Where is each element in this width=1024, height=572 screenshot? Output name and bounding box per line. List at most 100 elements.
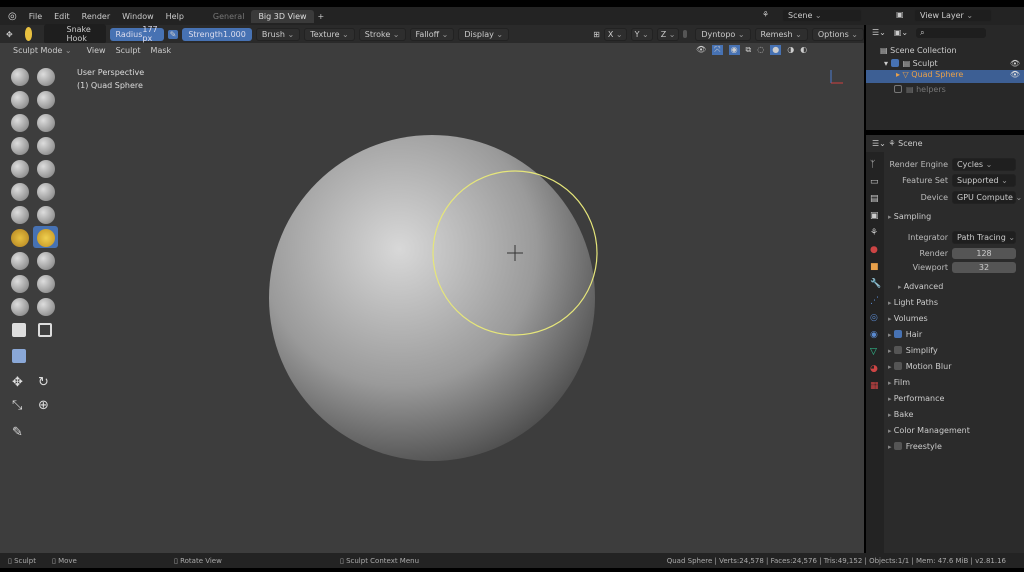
panel-performance[interactable]: Performance: [888, 394, 945, 403]
panel-bake[interactable]: Bake: [888, 410, 914, 419]
move-tool-icon[interactable]: ✥: [12, 375, 23, 390]
symmetry-x[interactable]: X: [603, 27, 627, 41]
panel-freestyle[interactable]: Freestyle: [888, 442, 942, 451]
3d-viewport[interactable]: [0, 43, 864, 553]
panel-enable-checkbox[interactable]: [893, 346, 902, 354]
thumb-tool[interactable]: [11, 229, 29, 247]
viewport-canvas[interactable]: [0, 43, 864, 553]
output-tab-icon[interactable]: ▤: [870, 194, 880, 204]
render-engine-select[interactable]: Cycles: [952, 158, 1016, 171]
material-shading-icon[interactable]: ◑: [787, 45, 794, 55]
box-face-set-tool[interactable]: [38, 323, 52, 337]
panel-film[interactable]: Film: [888, 378, 910, 387]
clay-strips-tool[interactable]: [37, 91, 55, 109]
tab-general[interactable]: General: [206, 10, 252, 23]
feature-set-select[interactable]: Supported: [952, 174, 1016, 187]
pinch-tool[interactable]: [11, 206, 29, 224]
panel-volumes[interactable]: Volumes: [888, 314, 928, 323]
fill-tool[interactable]: [11, 183, 29, 201]
eye-icon[interactable]: 👁: [1010, 70, 1020, 79]
inflate-tool[interactable]: [37, 114, 55, 132]
symmetry-y[interactable]: Y: [630, 27, 653, 41]
sampling-panel[interactable]: Sampling: [888, 212, 931, 221]
menu-edit[interactable]: Edit: [54, 12, 70, 21]
integrator-select[interactable]: Path Tracing: [952, 231, 1016, 244]
falloff-menu[interactable]: Falloff: [409, 27, 455, 41]
nudge-tool[interactable]: [11, 252, 29, 270]
overlay-toggle-icon[interactable]: ◉: [728, 45, 740, 55]
box-mask-tool[interactable]: [11, 298, 29, 316]
world-tab-icon[interactable]: ●: [870, 245, 880, 255]
render-tab-icon[interactable]: ▭: [870, 177, 880, 187]
view-layer-icon[interactable]: ▣: [896, 10, 904, 19]
menu-window[interactable]: Window: [122, 12, 154, 21]
layer-tool[interactable]: [11, 114, 29, 132]
lasso-mask-tool[interactable]: [37, 298, 55, 316]
simplify-tool[interactable]: [11, 275, 29, 293]
rotate-tool[interactable]: [37, 252, 55, 270]
panel-simplify[interactable]: Simplify: [888, 346, 938, 355]
editor-type-icon[interactable]: ☰⌄: [872, 139, 886, 148]
tab-big-3d-view[interactable]: Big 3D View: [251, 9, 314, 23]
device-select[interactable]: GPU Compute: [952, 191, 1016, 204]
data-tab-icon[interactable]: ▽: [870, 347, 880, 357]
radius-slider[interactable]: Radius 177 px: [109, 25, 164, 43]
texture-menu[interactable]: Texture: [304, 27, 355, 41]
solid-shading-icon[interactable]: ●: [770, 45, 782, 55]
rendered-shading-icon[interactable]: ◐: [800, 45, 807, 55]
scene-tab-icon[interactable]: ⚘: [870, 228, 880, 238]
mask-tool[interactable]: [37, 275, 55, 293]
grab-tool[interactable]: [37, 206, 55, 224]
transform-tool-icon[interactable]: ⊕: [38, 398, 49, 413]
menu-sculpt[interactable]: Sculpt: [116, 46, 141, 55]
rotate-tool-icon[interactable]: ↻: [38, 375, 49, 390]
panel-enable-checkbox[interactable]: [893, 330, 902, 338]
blob-tool[interactable]: [11, 137, 29, 155]
strength-slider[interactable]: Strength 1.000: [182, 27, 252, 41]
dyntopo-menu[interactable]: Dyntopo: [695, 27, 751, 41]
symmetry-z[interactable]: Z: [656, 27, 680, 41]
panel-motion-blur[interactable]: Motion Blur: [888, 362, 951, 371]
view-layer-selector[interactable]: View Layer: [914, 9, 992, 22]
scene-selector[interactable]: Scene: [782, 9, 862, 22]
menu-view[interactable]: View: [87, 46, 106, 55]
outliner-item-sculpt[interactable]: ▾ ▤ Sculpt 👁: [884, 59, 1020, 68]
mode-selector[interactable]: Sculpt Mode: [8, 45, 77, 56]
outliner-item-scene-collection[interactable]: ▤ Scene Collection: [880, 46, 957, 55]
brush-name-field[interactable]: Snake Hook: [44, 24, 106, 44]
display-menu[interactable]: Display: [458, 27, 510, 41]
brush-menu[interactable]: Brush: [255, 27, 301, 41]
menu-mask[interactable]: Mask: [151, 46, 172, 55]
panel-hair[interactable]: Hair: [888, 330, 922, 339]
smooth-tool[interactable]: [11, 160, 29, 178]
modifier-tab-icon[interactable]: 🔧: [870, 279, 881, 289]
advanced-subpanel[interactable]: Advanced: [898, 282, 944, 291]
panel-light-paths[interactable]: Light Paths: [888, 298, 938, 307]
pressure-icon[interactable]: ✎: [167, 29, 179, 39]
blender-logo-icon[interactable]: ◎: [8, 11, 17, 22]
material-tab-icon[interactable]: ◕: [870, 364, 880, 374]
menu-help[interactable]: Help: [166, 12, 184, 21]
menu-render[interactable]: Render: [82, 12, 110, 21]
panel-color-management[interactable]: Color Management: [888, 426, 970, 435]
collection-checkbox[interactable]: [890, 59, 899, 67]
render-samples-field[interactable]: 128: [952, 248, 1016, 259]
scale-tool-icon[interactable]: ⤡: [12, 398, 22, 413]
brush-icon[interactable]: [24, 27, 33, 41]
menu-file[interactable]: File: [29, 12, 42, 21]
panel-enable-checkbox[interactable]: [893, 442, 902, 450]
viewport-samples-field[interactable]: 32: [952, 262, 1016, 273]
remesh-menu[interactable]: Remesh: [754, 27, 808, 41]
particles-tab-icon[interactable]: ⋰: [870, 296, 880, 306]
outliner-item-quad-sphere[interactable]: ▸ ▽ Quad Sphere 👁: [866, 70, 1024, 83]
constraints-tab-icon[interactable]: ◉: [870, 330, 880, 340]
box-hide-tool[interactable]: [12, 323, 26, 337]
physics-tab-icon[interactable]: ◎: [870, 313, 880, 323]
editor-type-icon[interactable]: ☰⌄: [872, 28, 886, 38]
stroke-menu[interactable]: Stroke: [358, 27, 406, 41]
xray-icon[interactable]: ⧉: [746, 45, 752, 55]
wireframe-shading-icon[interactable]: ◌: [757, 45, 764, 55]
visibility-icon[interactable]: 👁: [696, 45, 706, 55]
flatten-tool[interactable]: [37, 160, 55, 178]
outliner-search-input[interactable]: ⌕: [916, 28, 987, 38]
